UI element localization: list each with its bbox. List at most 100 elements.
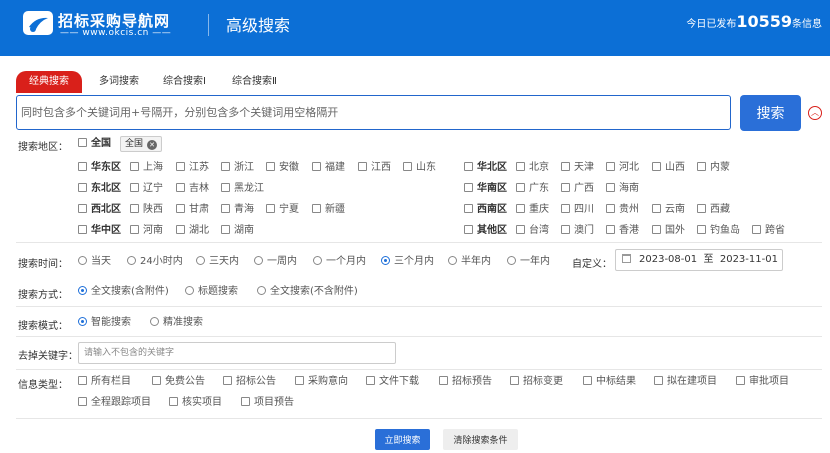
method-radio[interactable]: 全文搜索(含附件) — [78, 285, 169, 299]
checkbox-icon — [266, 204, 275, 213]
region-checkbox[interactable]: 重庆 — [516, 203, 549, 217]
region-checkbox[interactable]: 河南 — [130, 224, 163, 238]
info-type-checkbox[interactable]: 项目预告 — [241, 396, 294, 410]
region-checkbox[interactable]: 广东 — [516, 182, 549, 196]
region-checkbox[interactable]: 云南 — [652, 203, 685, 217]
region-checkbox[interactable]: 甘肃 — [176, 203, 209, 217]
region-checkbox[interactable]: 陕西 — [130, 203, 163, 217]
region-checkbox[interactable]: 湖北 — [176, 224, 209, 238]
region-checkbox[interactable]: 西藏 — [697, 203, 730, 217]
region-group-checkbox[interactable]: 华东区 — [78, 161, 121, 175]
option-label: 钓鱼岛 — [710, 225, 740, 236]
mode-radio[interactable]: 精准搜索 — [150, 316, 203, 330]
region-group-checkbox[interactable]: 华南区 — [464, 182, 507, 196]
region-checkbox[interactable]: 江苏 — [176, 161, 209, 175]
date-to[interactable]: 2023-11-01 — [720, 254, 778, 265]
time-radio[interactable]: 三天内 — [196, 255, 239, 269]
time-radio[interactable]: 当天 — [78, 255, 111, 269]
checkbox-icon — [697, 162, 706, 171]
info-type-checkbox[interactable]: 采购意向 — [295, 375, 348, 389]
keyword-search-input[interactable] — [16, 95, 731, 130]
region-checkbox[interactable]: 内蒙 — [697, 161, 730, 175]
region-checkbox[interactable]: 广西 — [561, 182, 594, 196]
time-radio[interactable]: 一周内 — [254, 255, 297, 269]
region-checkbox[interactable]: 浙江 — [221, 161, 254, 175]
region-checkbox[interactable]: 辽宁 — [130, 182, 163, 196]
time-radio[interactable]: 半年内 — [448, 255, 491, 269]
tab-multi-word[interactable]: 多词搜索 — [99, 71, 139, 93]
region-checkbox[interactable]: 山西 — [652, 161, 685, 175]
option-label: 福建 — [325, 162, 345, 173]
checkbox-icon — [652, 225, 661, 234]
info-type-checkbox[interactable]: 招标预告 — [439, 375, 492, 389]
info-type-checkbox[interactable]: 文件下载 — [366, 375, 419, 389]
region-checkbox[interactable]: 青海 — [221, 203, 254, 217]
method-radio[interactable]: 标题搜索 — [185, 285, 238, 299]
exclude-keyword-input[interactable] — [78, 342, 396, 364]
info-type-checkbox[interactable]: 拟在建项目 — [654, 375, 717, 389]
divider — [16, 418, 822, 419]
region-group-checkbox[interactable]: 华中区 — [78, 224, 121, 238]
region-checkbox[interactable]: 澳门 — [561, 224, 594, 238]
page-title: 高级搜索 — [226, 16, 291, 35]
time-radio[interactable]: 三个月内 — [381, 255, 434, 269]
method-radio[interactable]: 全文搜索(不含附件) — [257, 285, 358, 299]
region-group-checkbox[interactable]: 华北区 — [464, 161, 507, 175]
region-group-checkbox[interactable]: 西北区 — [78, 203, 121, 217]
option-label: 海南 — [619, 183, 639, 194]
time-radio[interactable]: 24小时内 — [127, 255, 183, 269]
region-checkbox[interactable]: 贵州 — [606, 203, 639, 217]
option-label: 24小时内 — [140, 256, 183, 267]
info-type-checkbox[interactable]: 全程跟踪项目 — [78, 396, 151, 410]
option-label: 澳门 — [574, 225, 594, 236]
info-type-checkbox[interactable]: 核实项目 — [169, 396, 222, 410]
region-group-checkbox[interactable]: 西南区 — [464, 203, 507, 217]
region-checkbox[interactable]: 黑龙江 — [221, 182, 264, 196]
region-group-checkbox[interactable]: 其他区 — [464, 224, 507, 238]
option-label: 广东 — [529, 183, 549, 194]
region-checkbox[interactable]: 钓鱼岛 — [697, 224, 740, 238]
clear-conditions-button[interactable]: 清除搜索条件 — [443, 429, 518, 450]
region-checkbox[interactable]: 湖南 — [221, 224, 254, 238]
mode-radio[interactable]: 智能搜索 — [78, 316, 131, 330]
search-button[interactable]: 搜索 — [740, 95, 801, 131]
region-checkbox[interactable]: 新疆 — [312, 203, 345, 217]
close-icon[interactable]: ✕ — [147, 140, 158, 150]
chevron-up-icon[interactable]: ︿ — [808, 106, 822, 120]
region-checkbox[interactable]: 上海 — [130, 161, 163, 175]
time-radio[interactable]: 一个月内 — [313, 255, 366, 269]
tab-combined-2[interactable]: 综合搜索Ⅱ — [232, 71, 277, 93]
region-checkbox[interactable]: 台湾 — [516, 224, 549, 238]
info-type-checkbox[interactable]: 招标公告 — [223, 375, 276, 389]
date-from[interactable]: 2023-08-01 — [639, 254, 697, 265]
tab-classic[interactable]: 经典搜索 — [16, 71, 82, 93]
region-group-checkbox[interactable]: 东北区 — [78, 182, 121, 196]
submit-search-button[interactable]: 立即搜索 — [375, 429, 430, 450]
region-all-checkbox[interactable]: 全国 — [78, 137, 111, 151]
info-type-checkbox[interactable]: 招标变更 — [510, 375, 563, 389]
region-checkbox[interactable]: 北京 — [516, 161, 549, 175]
radio-icon — [196, 256, 205, 265]
region-checkbox[interactable]: 跨省 — [752, 224, 785, 238]
region-checkbox[interactable]: 海南 — [606, 182, 639, 196]
region-checkbox[interactable]: 香港 — [606, 224, 639, 238]
region-checkbox[interactable]: 宁夏 — [266, 203, 299, 217]
time-radio[interactable]: 一年内 — [507, 255, 550, 269]
date-range-picker[interactable]: 2023-08-01 至 2023-11-01 — [615, 249, 783, 271]
region-checkbox[interactable]: 河北 — [606, 161, 639, 175]
region-checkbox[interactable]: 山东 — [403, 161, 436, 175]
region-checkbox[interactable]: 天津 — [561, 161, 594, 175]
checkbox-icon — [697, 204, 706, 213]
info-type-checkbox[interactable]: 免费公告 — [152, 375, 205, 389]
region-checkbox[interactable]: 吉林 — [176, 182, 209, 196]
option-label: 三个月内 — [394, 256, 434, 267]
region-checkbox[interactable]: 安徽 — [266, 161, 299, 175]
region-checkbox[interactable]: 四川 — [561, 203, 594, 217]
info-type-checkbox[interactable]: 所有栏目 — [78, 375, 131, 389]
info-type-checkbox[interactable]: 审批项目 — [736, 375, 789, 389]
region-checkbox[interactable]: 国外 — [652, 224, 685, 238]
region-checkbox[interactable]: 江西 — [358, 161, 391, 175]
info-type-checkbox[interactable]: 中标结果 — [583, 375, 636, 389]
region-checkbox[interactable]: 福建 — [312, 161, 345, 175]
tab-combined-1[interactable]: 综合搜索Ⅰ — [163, 71, 206, 93]
